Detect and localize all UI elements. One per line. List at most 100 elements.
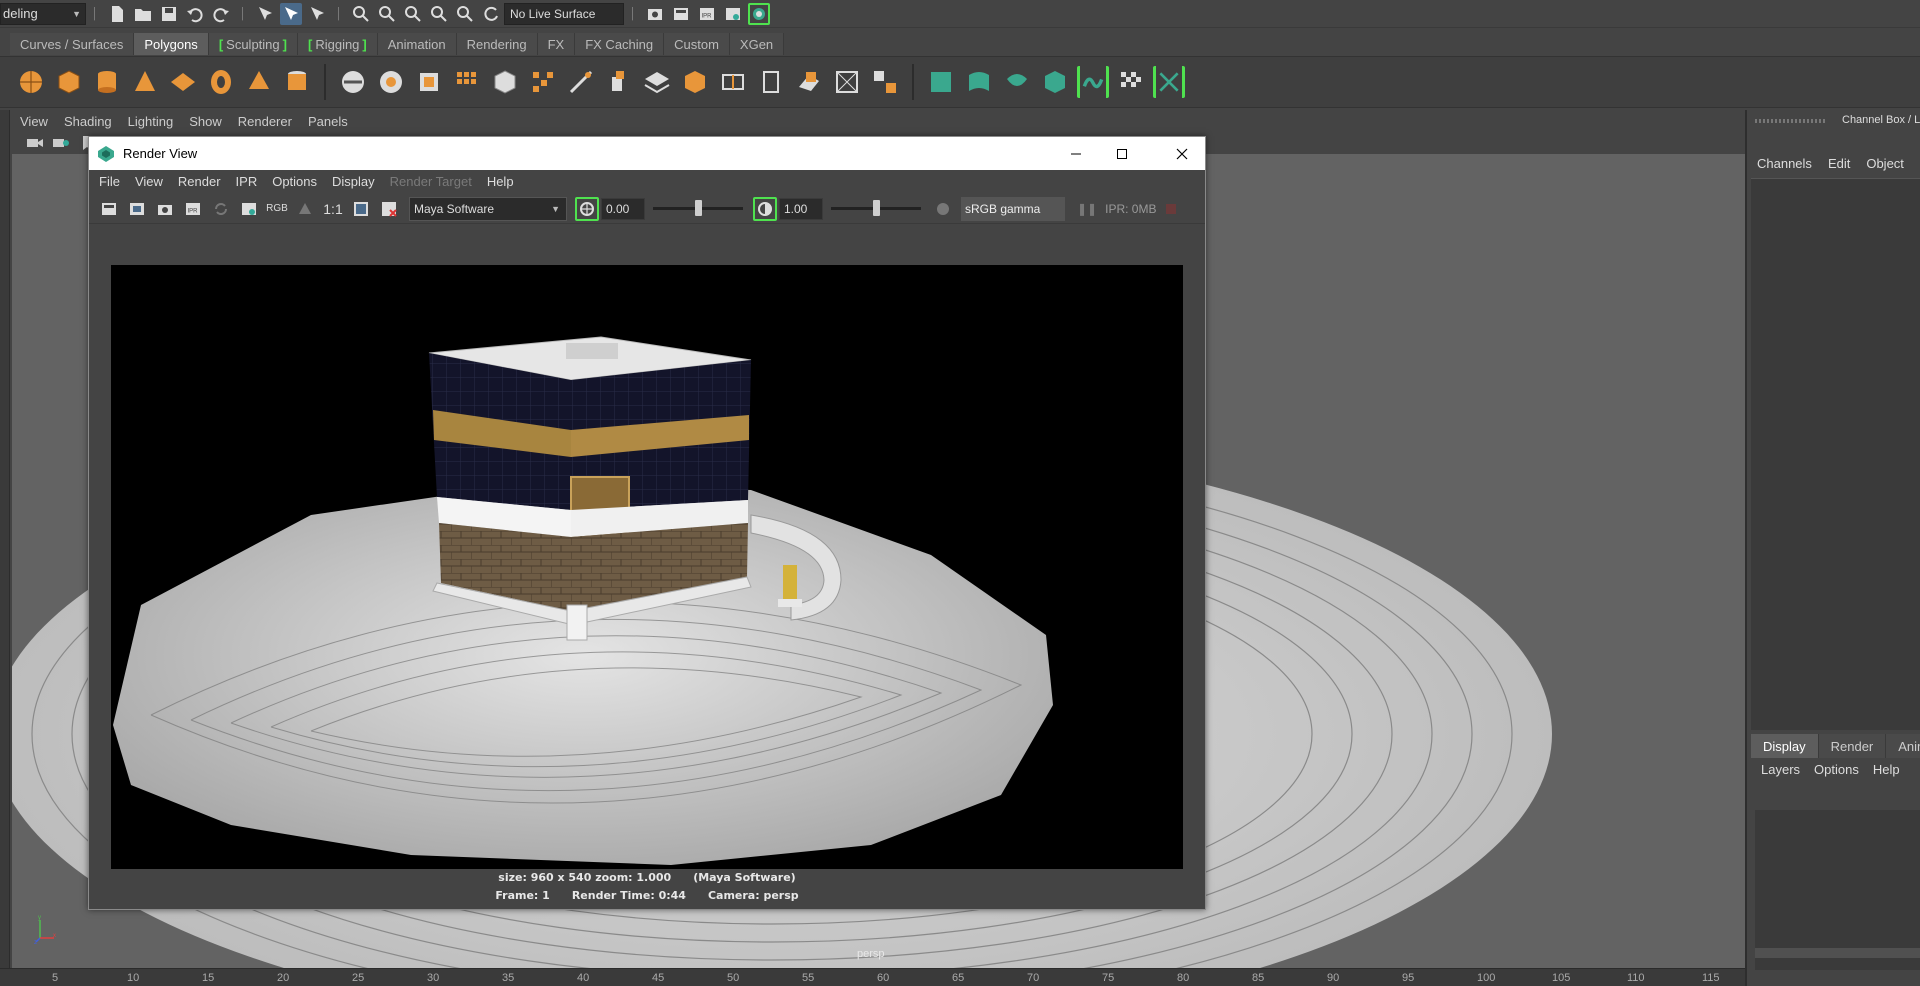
close-button[interactable] — [1159, 137, 1205, 170]
redo-icon[interactable] — [210, 3, 232, 25]
layer-list[interactable] — [1755, 810, 1920, 970]
snap-curve-icon[interactable] — [376, 3, 398, 25]
snap-view-plane-icon[interactable] — [428, 3, 450, 25]
shelf-tab-custom[interactable]: Custom — [664, 33, 730, 55]
gamma-slider[interactable] — [831, 200, 921, 216]
snapshot-icon[interactable] — [153, 197, 177, 221]
shelf-tab-sculpting[interactable]: Sculpting — [208, 33, 298, 55]
render-view-menu-render[interactable]: Render — [178, 174, 221, 189]
uv-planar-icon[interactable] — [925, 66, 957, 98]
layer-scrollbar[interactable] — [1755, 948, 1920, 958]
offset-loop-icon[interactable] — [755, 66, 787, 98]
multi-cut-icon[interactable] — [565, 66, 597, 98]
average-vertices-icon[interactable] — [489, 66, 521, 98]
camera-attributes-icon[interactable] — [50, 132, 72, 154]
render-view-menu-view[interactable]: View — [135, 174, 163, 189]
uv-automatic-icon[interactable] — [1039, 66, 1071, 98]
render-settings-icon[interactable] — [644, 3, 666, 25]
layer-tab-anim[interactable]: Anim — [1886, 734, 1920, 758]
view-transform-icon[interactable] — [931, 197, 955, 221]
render-view-menu-file[interactable]: File — [99, 174, 120, 189]
open-scene-icon[interactable] — [132, 3, 154, 25]
extrude-icon[interactable] — [603, 66, 635, 98]
remove-image-icon[interactable] — [377, 197, 401, 221]
redo-render-icon[interactable] — [97, 197, 121, 221]
gamma-icon[interactable] — [753, 196, 777, 221]
ipr-render-icon[interactable]: IPR — [696, 3, 718, 25]
poly-box-icon[interactable] — [679, 66, 711, 98]
render-view-icon[interactable] — [722, 3, 744, 25]
render-view-menu-display[interactable]: Display — [332, 174, 375, 189]
maximize-button[interactable] — [1099, 137, 1145, 170]
render-view-titlebar[interactable]: Render View — [89, 137, 1205, 170]
render-region-icon[interactable] — [125, 197, 149, 221]
real-size-button[interactable]: 1:1 — [321, 197, 345, 221]
viewport-menu-renderer[interactable]: Renderer — [238, 114, 292, 129]
stop-render-icon[interactable] — [1166, 203, 1177, 214]
channel-box-menu-channels[interactable]: Channels — [1757, 156, 1812, 171]
uv-cylindrical-icon[interactable] — [963, 66, 995, 98]
render-view-menu-ipr[interactable]: IPR — [236, 174, 258, 189]
snap-live-icon[interactable] — [454, 3, 476, 25]
exposure-slider-handle[interactable] — [695, 200, 702, 216]
smooth-icon[interactable] — [451, 66, 483, 98]
viewport-menu-panels[interactable]: Panels — [308, 114, 348, 129]
shelf-tab-animation[interactable]: Animation — [377, 33, 457, 55]
gamma-field[interactable]: 1.00 — [779, 197, 823, 220]
extract-icon[interactable] — [413, 66, 445, 98]
viewport-menu-shading[interactable]: Shading — [64, 114, 112, 129]
gamma-slider-handle[interactable] — [873, 200, 880, 216]
bridge-icon[interactable] — [527, 66, 559, 98]
shelf-tab-xgen[interactable]: XGen — [729, 33, 785, 55]
viewport-menu-view[interactable]: View — [20, 114, 48, 129]
shelf-tab-fx-caching[interactable]: FX Caching — [575, 33, 665, 55]
channel-box-menu-edit[interactable]: Edit — [1828, 156, 1850, 171]
render-settings-icon[interactable] — [237, 197, 261, 221]
render-view-menu-options[interactable]: Options — [272, 174, 317, 189]
checker-icon[interactable] — [1115, 66, 1147, 98]
render-view-menu-help[interactable]: Help — [487, 174, 514, 189]
uv-editor-icon[interactable] — [1077, 66, 1109, 98]
poly-cube-icon[interactable] — [53, 66, 85, 98]
merge-icon[interactable] — [869, 66, 901, 98]
layer-menu-options[interactable]: Options — [1814, 762, 1859, 777]
poly-torus-icon[interactable] — [205, 66, 237, 98]
shelf-tab-curves-surfaces[interactable]: Curves / Surfaces — [10, 33, 135, 55]
minimize-button[interactable] — [1053, 137, 1099, 170]
time-slider[interactable]: 5 10 15 20 25 30 35 40 45 50 55 60 65 70 75 80 85 90 95 100… — [0, 968, 1920, 986]
panel-grip-icon[interactable] — [1755, 119, 1825, 123]
poly-cylinder-icon[interactable] — [91, 66, 123, 98]
renderer-dropdown[interactable]: Maya Software ▼ — [409, 196, 567, 221]
make-live-icon[interactable] — [480, 3, 502, 25]
rgb-channel-button[interactable]: RGB — [265, 197, 289, 221]
render-frame-icon[interactable] — [670, 3, 692, 25]
refresh-ipr-icon[interactable] — [209, 197, 233, 221]
new-scene-icon[interactable] — [106, 3, 128, 25]
live-surface-field[interactable]: No Live Surface — [504, 2, 624, 25]
shelf-tab-rendering[interactable]: Rendering — [456, 33, 538, 55]
target-weld-icon[interactable] — [831, 66, 863, 98]
pause-icon[interactable]: ❚❚ — [1077, 202, 1097, 216]
keep-image-icon[interactable] — [349, 197, 373, 221]
poly-pyramid-icon[interactable] — [243, 66, 275, 98]
alpha-channel-icon[interactable] — [293, 197, 317, 221]
bevel-icon[interactable] — [641, 66, 673, 98]
layer-tab-render[interactable]: Render — [1818, 734, 1887, 758]
uv-toolkit-icon[interactable] — [1153, 66, 1185, 98]
view-transform-field[interactable]: sRGB gamma — [961, 196, 1065, 221]
layer-menu-layers[interactable]: Layers — [1761, 762, 1800, 777]
menu-set-dropdown[interactable]: deling ▼ — [0, 2, 86, 25]
exposure-field[interactable]: 0.00 — [601, 197, 645, 220]
save-scene-icon[interactable] — [158, 3, 180, 25]
shelf-tab-polygons[interactable]: Polygons — [134, 33, 209, 55]
fill-hole-icon[interactable] — [793, 66, 825, 98]
rendered-image[interactable] — [111, 265, 1183, 869]
shelf-tab-rigging[interactable]: Rigging — [297, 33, 378, 55]
layer-menu-help[interactable]: Help — [1873, 762, 1900, 777]
separate-icon[interactable] — [375, 66, 407, 98]
poly-pipe-icon[interactable] — [281, 66, 313, 98]
ipr-icon[interactable]: IPR — [181, 197, 205, 221]
select-by-component-icon[interactable] — [306, 3, 328, 25]
snap-point-icon[interactable] — [402, 3, 424, 25]
exposure-icon[interactable] — [575, 196, 599, 221]
